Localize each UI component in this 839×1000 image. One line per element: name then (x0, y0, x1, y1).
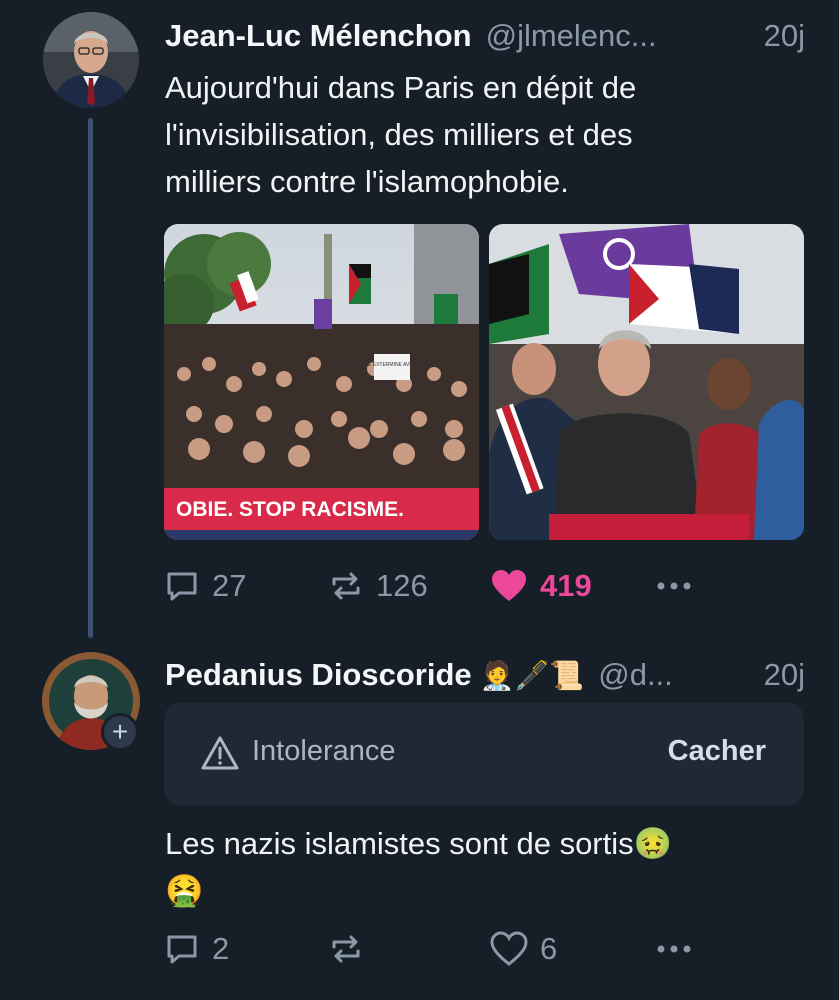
heart-icon (490, 931, 528, 966)
post-header: Jean-Luc Mélenchon @jlmelenc... 20j (165, 14, 805, 58)
reply-time[interactable]: 20j (764, 657, 805, 693)
post-text: Aujourd'hui dans Paris en dépit de l'inv… (165, 64, 785, 205)
author-name[interactable]: Jean-Luc Mélenchon (165, 18, 472, 54)
warning-label: Intolerance (252, 735, 396, 767)
repost-icon (332, 572, 360, 600)
like-button[interactable]: 419 (490, 563, 592, 609)
like-count: 6 (540, 931, 558, 966)
post-time[interactable]: 20j (764, 18, 805, 54)
reply-count: 27 (212, 568, 247, 603)
reply-button[interactable]: 27 (164, 563, 246, 609)
author-handle[interactable]: @jlmelenc... (486, 18, 758, 54)
hide-button[interactable]: Cacher (668, 735, 766, 768)
avatar[interactable] (43, 12, 139, 108)
post-text-line: Aujourd'hui dans Paris en dépit de (165, 70, 637, 105)
reply-icon (167, 935, 197, 964)
reply-author-name[interactable]: Pedanius Dioscoride (165, 657, 472, 693)
post-actions: 27 126 419 (164, 563, 804, 609)
post-image-crowd[interactable]: LE RACISME EXTERMINE AVEC DOUCEUR OBIE. … (164, 224, 479, 540)
protest-banner-text: OBIE. STOP RACISME. (176, 498, 404, 521)
more-icon (657, 582, 691, 590)
repost-icon (332, 935, 360, 963)
content-warning: Intolerance Cacher (164, 703, 804, 805)
protest-sign-text: LE RACISME EXTERMINE AVEC DOUCEUR (341, 362, 443, 368)
warning-icon (201, 736, 239, 770)
heart-icon (492, 570, 526, 601)
repost-button[interactable]: 126 (328, 563, 428, 609)
reply-header: Pedanius Dioscoride 🧑‍⚕️🖋️📜 @d... 20j (165, 653, 805, 697)
like-button[interactable]: 6 (490, 926, 557, 972)
post-image-closeup[interactable] (489, 224, 804, 540)
post-text-line: milliers contre l'islamophobie. (165, 164, 569, 199)
like-count: 419 (540, 568, 592, 603)
more-button[interactable] (654, 926, 694, 972)
reply-count: 2 (212, 931, 230, 966)
more-icon (657, 945, 691, 953)
follow-plus-button[interactable]: + (101, 713, 139, 751)
reply-actions: 2 6 (164, 926, 804, 972)
reply-author-handle[interactable]: @d... (598, 657, 757, 693)
reply-button[interactable]: 2 (164, 926, 229, 972)
repost-count: 126 (376, 568, 428, 603)
reply-text: Les nazis islamistes sont de sortis🤢 🤮 (165, 820, 785, 914)
more-button[interactable] (654, 563, 694, 609)
reply-icon (167, 572, 197, 601)
name-emoji: 🧑‍⚕️🖋️📜 (479, 659, 585, 691)
thread-line (88, 118, 93, 638)
reply-text-line: Les nazis islamistes sont de sortis🤢 (165, 826, 673, 861)
reply-text-line: 🤮 (165, 873, 204, 908)
post-text-line: l'invisibilisation, des milliers et des (165, 117, 633, 152)
repost-button[interactable] (328, 926, 364, 972)
